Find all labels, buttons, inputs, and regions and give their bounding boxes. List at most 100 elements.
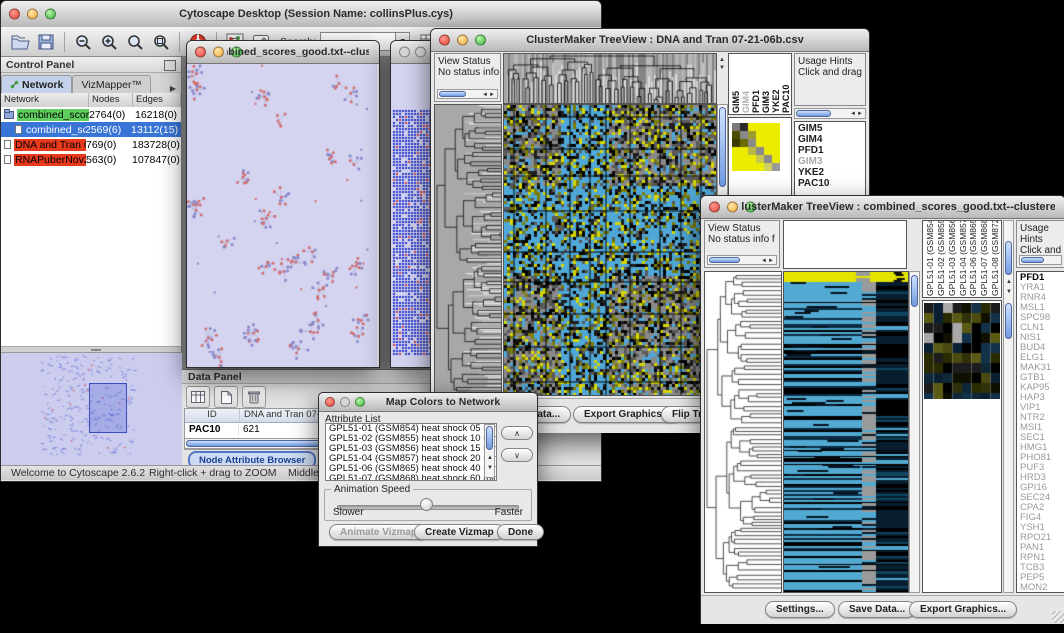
close-icon[interactable] [195,47,206,58]
attribute-list-vscrollbar[interactable]: ▲ ▼ [484,424,495,478]
delete-attribute-icon[interactable] [242,386,266,408]
gene-label[interactable]: YKE2 [798,167,865,178]
network-nodes-count: 563(0) [86,154,132,166]
zoom-selected-icon[interactable] [148,30,174,54]
move-up-button[interactable]: ∧ [501,426,533,440]
usage-hints-hscrollbar[interactable] [1019,255,1062,265]
network-view-2-title-bar[interactable] [391,41,435,64]
network-overview-panel[interactable] [1,352,182,466]
save-session-icon[interactable] [33,30,59,54]
export-graphics-button[interactable]: Export Graphics... [909,601,1017,618]
column-label[interactable]: GPL51-01 (GSM854) [925,221,936,296]
new-attribute-icon[interactable] [214,386,238,408]
minimize-icon[interactable] [27,9,38,20]
close-icon[interactable] [9,9,20,20]
attribute-item[interactable]: GPL51-07 (GSM868) heat shock 60 min [329,474,496,481]
row-dendrogram[interactable] [704,271,782,593]
scroll-up-icon[interactable]: ▲ [719,57,725,63]
minimize-icon[interactable] [457,35,468,46]
select-attributes-icon[interactable] [186,386,210,408]
view-status-hscrollbar[interactable]: ◄► [707,255,777,265]
column-label[interactable]: GPL51-06 (GSM865) [968,221,979,296]
column-label[interactable]: GPL51-02 (GSM855) [936,221,947,296]
usage-hints-hscrollbar[interactable]: ◄► [794,108,866,119]
zoom-matrix[interactable] [924,303,1000,399]
close-icon[interactable] [439,35,450,46]
view-status-hscrollbar[interactable]: ◄► [437,89,498,99]
tab-network[interactable]: Network [1,75,72,93]
close-icon[interactable] [325,397,335,407]
column-dendrogram[interactable] [503,53,717,104]
settings-button[interactable]: Settings... [765,601,835,618]
row-dendrogram[interactable] [434,104,502,396]
minimize-icon[interactable] [727,202,738,213]
similarity-matrix[interactable] [732,123,780,171]
gene-label[interactable]: GIM3 [798,156,865,167]
labels-vscrollbar[interactable]: ▲ ▼ [1003,220,1014,593]
network-list-row[interactable]: combined_scores 2764(0) 16218(0) [1,107,181,122]
minimize-icon[interactable] [415,47,426,58]
scroll-up-icon[interactable]: ▲ [1006,279,1012,285]
minimize-icon[interactable] [213,47,224,58]
close-icon[interactable] [709,202,720,213]
tab-vizmapper[interactable]: VizMapper™ [72,75,151,93]
slider-thumb[interactable] [420,498,433,511]
minimize-icon[interactable] [340,397,350,407]
column-label[interactable]: YKE2 [771,54,781,113]
column-label[interactable]: GPL51-04 (GSM857) [958,221,969,296]
heatmap-vscrollbar[interactable] [909,271,920,593]
gene-label[interactable]: GIM4 [798,134,865,145]
heatmap-canvas[interactable] [503,104,717,396]
gene-label[interactable]: MON2 [1020,583,1064,593]
heatmap-canvas[interactable] [783,271,909,593]
column-label[interactable]: PFD1 [751,54,761,113]
gene-label[interactable]: GIM5 [798,123,865,134]
scroll-down-icon[interactable]: ▼ [1006,289,1012,295]
network-graph-canvas[interactable] [187,64,377,367]
column-label[interactable]: GIM4 [741,54,751,113]
scroll-left-icon[interactable]: ◄ [482,92,488,98]
scroll-left-icon[interactable]: ◄ [850,111,856,117]
treeview-window-2: ClusterMaker TreeView : combined_scores_… [700,195,1064,624]
zoom-in-icon[interactable] [96,30,122,54]
column-label[interactable]: GIM5 [731,54,741,113]
move-down-button[interactable]: ∨ [501,448,533,462]
gene-label[interactable]: PFD1 [798,145,865,156]
scroll-right-icon[interactable]: ► [768,258,774,264]
network-view-title-bar[interactable]: combined_scores_good.txt--cluste... [187,41,379,64]
attribute-list[interactable]: GPL51-01 (GSM854) heat shock 05 minGPL51… [325,423,497,481]
float-panel-icon[interactable] [164,60,176,71]
done-button[interactable]: Done [497,524,544,540]
column-label[interactable]: GIM3 [761,54,771,113]
scroll-right-icon[interactable]: ► [857,111,863,117]
control-panel-tabs: Network VizMapper™ ▶ [1,73,181,94]
column-dendrogram-area[interactable] [783,220,907,269]
column-label[interactable]: GPL51-08 (GSM872) [990,221,1001,296]
column-label[interactable]: PAC10 [781,54,791,113]
scroll-down-icon[interactable]: ▼ [487,465,493,471]
network-list-row[interactable]: RNAPuberNov2+ 563(0) 107847(0) [1,152,181,167]
scroll-right-icon[interactable]: ► [489,92,495,98]
network-list-row[interactable]: combined_sco 2569(6) 13112(15) [1,122,181,137]
main-title-bar[interactable]: Cytoscape Desktop (Session Name: collins… [1,1,601,28]
column-label[interactable]: GPL51-07 (GSM868) [979,221,990,296]
scroll-down-icon[interactable]: ▼ [719,65,725,71]
zoom-fit-icon[interactable] [122,30,148,54]
tab-overflow-icon[interactable]: ▶ [165,84,181,93]
zoom-out-icon[interactable] [70,30,96,54]
close-icon[interactable] [399,47,410,58]
create-vizmap-button[interactable]: Create Vizmap [414,524,505,540]
treeview1-title-bar[interactable]: ClusterMaker TreeView : DNA and Tran 07-… [431,29,869,52]
network-graph-canvas-2[interactable] [391,64,433,367]
scroll-up-icon[interactable]: ▲ [487,455,493,461]
save-data-button[interactable]: Save Data... [838,601,916,618]
resize-grip[interactable] [1052,611,1064,623]
network-list-row[interactable]: DNA and Tran 07 769(0) 183728(0) [1,137,181,152]
dialog-title-bar[interactable]: Map Colors to Network [319,393,537,412]
open-session-icon[interactable] [7,30,33,54]
scroll-left-icon[interactable]: ◄ [761,258,767,264]
treeview2-title-bar[interactable]: ClusterMaker TreeView : combined_scores_… [701,196,1064,219]
overview-viewport-rect[interactable] [89,383,127,433]
gene-label[interactable]: PAC10 [798,178,865,189]
column-label[interactable]: GPL51-03 (GSM856) [947,221,958,296]
